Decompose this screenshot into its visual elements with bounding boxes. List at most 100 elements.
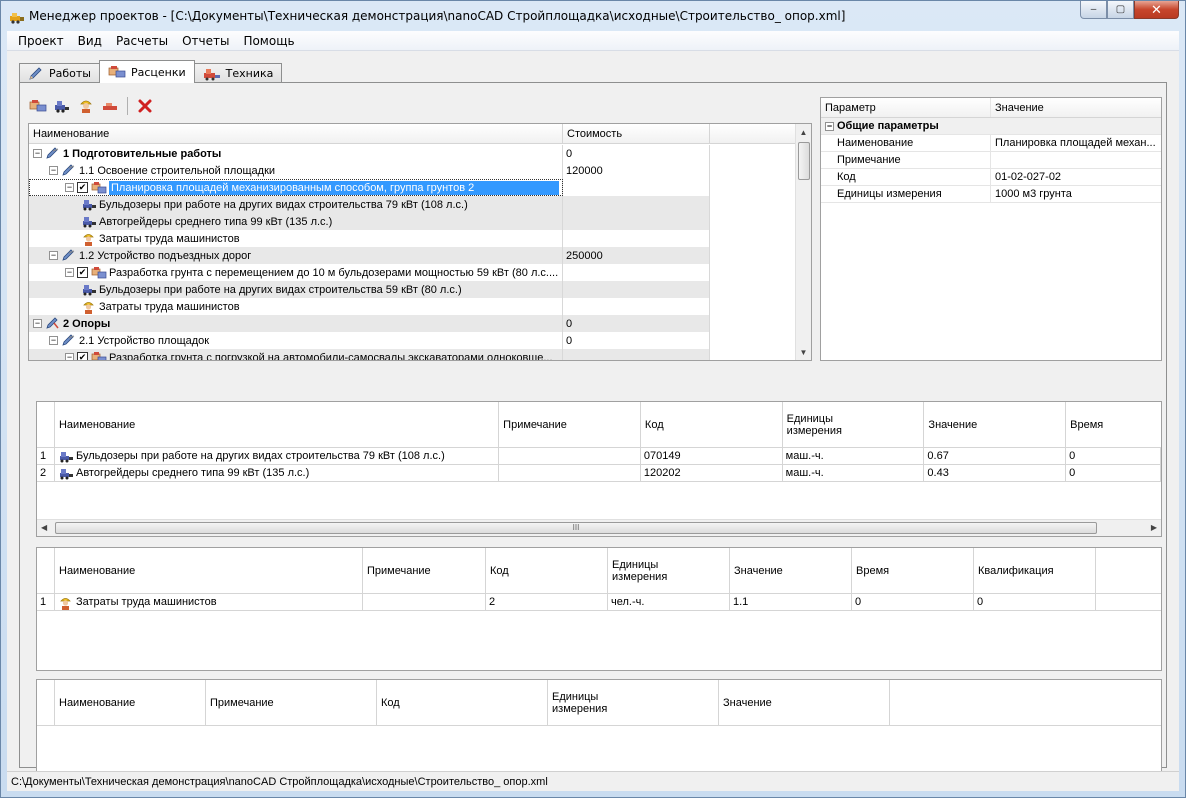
cell-value[interactable]: 1.1 (730, 594, 852, 610)
tree-cost-cell[interactable]: 250000 (563, 247, 710, 264)
cell-unit[interactable]: маш.-ч. (783, 465, 925, 481)
tree-cost-cell[interactable]: 0 (563, 145, 710, 162)
add-labor-button[interactable] (76, 96, 96, 116)
prop-row[interactable]: Примечание (821, 152, 1161, 169)
tree-row[interactable]: − 1 Подготовительные работы 0 (29, 145, 797, 162)
prop-row[interactable]: Наименование Планировка площадей механ... (821, 135, 1161, 152)
collapse-icon[interactable]: − (65, 353, 74, 360)
cell-code[interactable]: 070149 (641, 448, 783, 464)
tree-row[interactable]: − ✔ Разработка грунта с погрузкой на автом… (29, 349, 797, 360)
materials-grid[interactable]: Наименование Примечание Код Единицы изме… (36, 679, 1162, 777)
tree-cost-cell[interactable] (563, 196, 710, 213)
tree-name-cell[interactable]: Бульдозеры при работе на других видах ст… (29, 196, 563, 213)
cell-name[interactable]: Автогрейдеры среднего типа 99 кВт (135 л… (55, 465, 500, 481)
hscroll-thumb[interactable]: III (55, 522, 1097, 534)
tree-name-cell[interactable]: − ✔ Планировка площадей механизированным с… (29, 179, 563, 196)
tree-header-cost[interactable]: Стоимость (563, 124, 710, 144)
collapse-icon[interactable]: − (65, 268, 74, 277)
tree-vscrollbar[interactable]: ▲ ▼ (795, 124, 811, 360)
tree-row[interactable]: Затраты труда машинистов (29, 230, 797, 247)
col-time[interactable]: Время (1066, 402, 1161, 447)
tree-row[interactable]: Бульдозеры при работе на других видах ст… (29, 281, 797, 298)
menu-project[interactable]: Проект (11, 34, 71, 48)
tree-row[interactable]: − 1.1 Освоение строительной площадки 12000… (29, 162, 797, 179)
cell-code[interactable]: 2 (486, 594, 608, 610)
tree-row[interactable]: Автогрейдеры среднего типа 99 кВт (135 л… (29, 213, 797, 230)
cell-qual[interactable]: 0 (974, 594, 1096, 610)
col-qualification[interactable]: Квалификация (974, 548, 1096, 593)
maximize-button[interactable]: ▢ (1107, 1, 1134, 19)
col-name[interactable]: Наименование (55, 402, 500, 447)
tree-name-cell[interactable]: Затраты труда машинистов (29, 298, 563, 315)
prop-row[interactable]: Единицы измерения 1000 м3 грунта (821, 186, 1161, 203)
row-checkbox[interactable]: ✔ (77, 182, 88, 193)
row-checkbox[interactable]: ✔ (77, 267, 88, 278)
col-value[interactable]: Значение (730, 548, 852, 593)
prop-row[interactable]: Код 01-02-027-02 (821, 169, 1161, 186)
cell-value[interactable]: 0.67 (924, 448, 1067, 464)
scroll-thumb[interactable] (798, 142, 810, 180)
scroll-right-icon[interactable]: ▶ (1151, 523, 1157, 532)
tab-prices[interactable]: Расценки (98, 60, 195, 83)
table-row[interactable]: 2 Автогрейдеры среднего типа 99 кВт (135 … (37, 465, 1161, 482)
collapse-icon[interactable]: − (33, 149, 42, 158)
cell-note[interactable] (363, 594, 486, 610)
collapse-icon[interactable]: − (49, 166, 58, 175)
tree-name-cell[interactable]: − 1.1 Освоение строительной площадки (29, 162, 563, 179)
tree-row[interactable]: − 1.2 Устройство подъездных дорог 250000 (29, 247, 797, 264)
cell-code[interactable]: 120202 (641, 465, 783, 481)
col-note[interactable]: Примечание (206, 680, 377, 725)
tree-row[interactable]: − ✔ Планировка площадей механизированным с… (29, 179, 797, 196)
col-unit[interactable]: Единицы измерения (783, 402, 925, 447)
col-code[interactable]: Код (641, 402, 783, 447)
machines-hscrollbar[interactable]: ◀ III ▶ (37, 519, 1161, 536)
prop-value[interactable]: 01-02-027-02 (991, 169, 1161, 185)
cell-unit[interactable]: чел.-ч. (608, 594, 730, 610)
cell-name[interactable]: Затраты труда машинистов (55, 594, 363, 610)
scroll-up-icon[interactable]: ▲ (796, 124, 811, 140)
tree-cost-cell[interactable] (563, 179, 710, 196)
tree-cost-cell[interactable]: 0 (563, 332, 710, 349)
add-material-button[interactable] (100, 96, 120, 116)
col-code[interactable]: Код (486, 548, 608, 593)
menu-help[interactable]: Помощь (236, 34, 301, 48)
prop-value[interactable]: 1000 м3 грунта (991, 186, 1161, 202)
collapse-icon[interactable]: − (49, 336, 58, 345)
tree-cost-cell[interactable] (563, 264, 710, 281)
tree-row[interactable]: − 2 Опоры 0 (29, 315, 797, 332)
tree-cost-cell[interactable] (563, 298, 710, 315)
collapse-icon[interactable]: − (33, 319, 42, 328)
menu-calculations[interactable]: Расчеты (109, 34, 175, 48)
props-category[interactable]: − Общие параметры (821, 118, 1161, 135)
cell-note[interactable] (499, 448, 641, 464)
row-checkbox[interactable]: ✔ (77, 352, 88, 360)
tree-cost-cell[interactable] (563, 281, 710, 298)
tree-cost-cell[interactable] (563, 230, 710, 247)
col-note[interactable]: Примечание (363, 548, 486, 593)
close-button[interactable]: ✕ (1134, 1, 1179, 19)
minimize-button[interactable]: – (1080, 1, 1107, 19)
tree-row[interactable]: − 2.1 Устройство площадок 0 (29, 332, 797, 349)
tree-cost-cell[interactable]: 0 (563, 315, 710, 332)
cell-value[interactable]: 0.43 (924, 465, 1067, 481)
col-time[interactable]: Время (852, 548, 974, 593)
cell-time[interactable]: 0 (1066, 465, 1161, 481)
col-unit[interactable]: Единицы измерения (608, 548, 730, 593)
col-note[interactable]: Примечание (499, 402, 641, 447)
tree-name-cell[interactable]: Затраты труда машинистов (29, 230, 563, 247)
col-code[interactable]: Код (377, 680, 548, 725)
tree-name-cell[interactable]: − ✔ Разработка грунта с перемещением до 10… (29, 264, 563, 281)
tab-works[interactable]: Работы (19, 63, 100, 83)
tree-name-cell[interactable]: − 2 Опоры (29, 315, 563, 332)
menu-reports[interactable]: Отчеты (175, 34, 236, 48)
tree-header-name[interactable]: Наименование (29, 124, 563, 144)
add-machine-button[interactable] (52, 96, 72, 116)
delete-button[interactable] (135, 96, 155, 116)
tree-name-cell[interactable]: Автогрейдеры среднего типа 99 кВт (135 л… (29, 213, 563, 230)
tree-name-cell[interactable]: − 1 Подготовительные работы (29, 145, 563, 162)
tree-row[interactable]: − ✔ Разработка грунта с перемещением до 10… (29, 264, 797, 281)
estimate-tree[interactable]: Наименование Стоимость −1 Подготовительн… (28, 123, 812, 361)
tree-cost-cell[interactable]: 120000 (563, 162, 710, 179)
col-name[interactable]: Наименование (55, 680, 206, 725)
prop-value[interactable] (991, 152, 1161, 168)
